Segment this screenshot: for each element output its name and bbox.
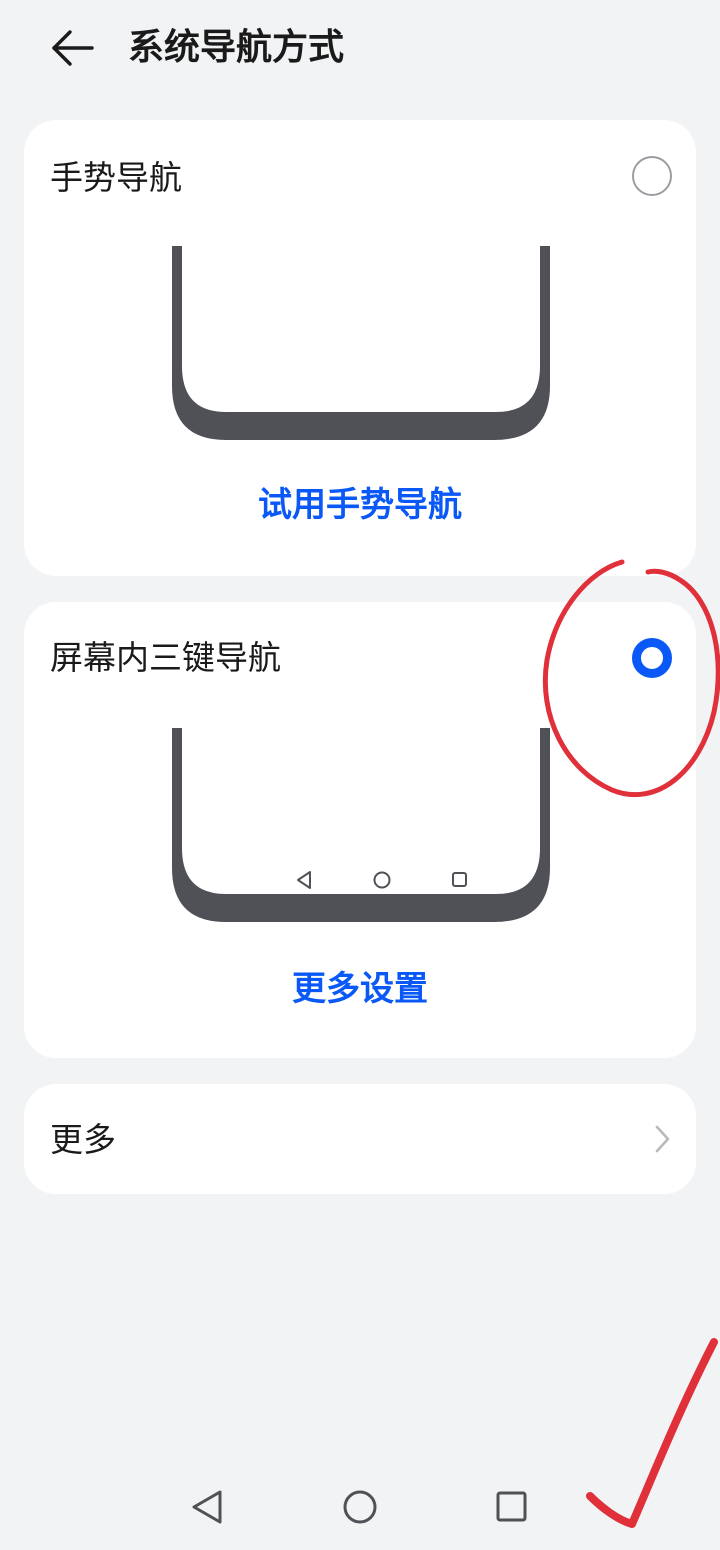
gesture-navigation-radio[interactable] <box>632 156 672 196</box>
recents-square-icon <box>496 1491 527 1522</box>
gesture-navigation-title: 手势导航 <box>50 158 182 197</box>
back-triangle-icon <box>192 1490 222 1524</box>
three-key-navigation-radio[interactable] <box>632 638 672 678</box>
mini-home-icon <box>373 871 391 889</box>
gesture-navigation-card[interactable]: 手势导航 试用手势导航 <box>24 120 696 576</box>
arrow-left-icon <box>52 30 94 66</box>
three-key-navigation-card[interactable]: 屏幕内三键导航 更多设置 <box>24 602 696 1058</box>
try-gesture-navigation-link[interactable]: 试用手势导航 <box>24 482 696 528</box>
system-recents-button[interactable] <box>472 1462 552 1546</box>
gesture-phone-illustration <box>172 246 550 440</box>
back-button[interactable] <box>44 22 100 74</box>
page-title: 系统导航方式 <box>128 27 345 68</box>
more-settings-link[interactable]: 更多设置 <box>24 966 696 1012</box>
three-key-navigation-title: 屏幕内三键导航 <box>50 638 281 677</box>
more-row[interactable]: 更多 <box>24 1084 696 1194</box>
three-key-phone-illustration <box>172 728 550 922</box>
system-navigation-bar <box>0 1462 720 1546</box>
system-back-button[interactable] <box>166 1462 246 1546</box>
mini-back-icon <box>297 871 311 889</box>
title-bar: 系统导航方式 <box>0 0 720 100</box>
more-label: 更多 <box>50 1120 116 1159</box>
system-home-button[interactable] <box>320 1462 400 1546</box>
mini-recents-icon <box>452 872 467 887</box>
home-circle-icon <box>343 1490 377 1524</box>
chevron-right-icon <box>655 1125 670 1153</box>
